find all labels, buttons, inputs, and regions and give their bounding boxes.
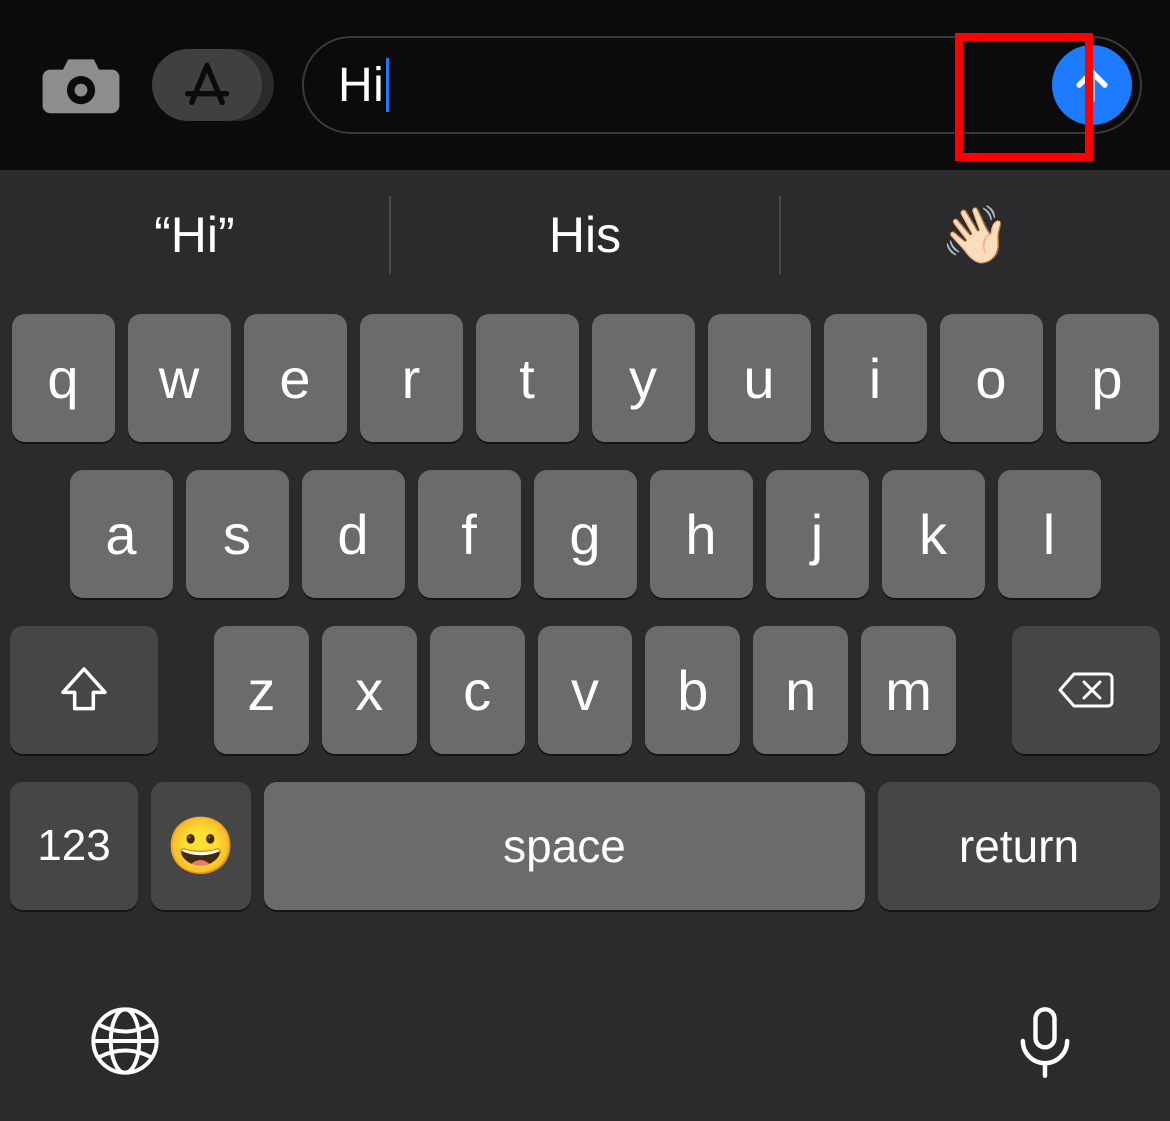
emoji-key[interactable]: 😀	[151, 782, 251, 910]
key-b[interactable]: b	[645, 626, 740, 754]
key-y[interactable]: y	[592, 314, 695, 442]
shift-icon	[56, 662, 112, 718]
key-p[interactable]: p	[1056, 314, 1159, 442]
message-input-value: Hi	[338, 58, 384, 113]
camera-button[interactable]	[38, 45, 124, 125]
key-m[interactable]: m	[861, 626, 956, 754]
key-k[interactable]: k	[882, 470, 985, 598]
suggestion-item-2[interactable]: 👋🏻	[781, 170, 1170, 300]
suggestion-item-1[interactable]: His	[391, 170, 780, 300]
keyboard: q w e r t y u i o p a s d f g h j k l	[0, 300, 1170, 971]
send-button[interactable]	[1052, 45, 1132, 125]
arrow-up-icon	[1070, 63, 1114, 107]
key-i[interactable]: i	[824, 314, 927, 442]
key-v[interactable]: v	[538, 626, 633, 754]
app-store-icon	[181, 59, 233, 111]
compose-bar: Hi	[0, 0, 1170, 170]
key-j[interactable]: j	[766, 470, 869, 598]
delete-key[interactable]	[1012, 626, 1160, 754]
space-key[interactable]: space	[264, 782, 865, 910]
return-key[interactable]: return	[878, 782, 1160, 910]
key-e[interactable]: e	[244, 314, 347, 442]
key-l[interactable]: l	[998, 470, 1101, 598]
suggestion-item-0[interactable]: Hi	[0, 170, 389, 300]
key-c[interactable]: c	[430, 626, 525, 754]
key-a[interactable]: a	[70, 470, 173, 598]
camera-icon	[40, 54, 122, 116]
key-s[interactable]: s	[186, 470, 289, 598]
key-w[interactable]: w	[128, 314, 231, 442]
key-h[interactable]: h	[650, 470, 753, 598]
app-store-button[interactable]	[152, 49, 274, 121]
text-cursor	[386, 58, 389, 112]
key-g[interactable]: g	[534, 470, 637, 598]
dictation-button[interactable]	[1000, 996, 1090, 1086]
suggestion-bar: Hi His 👋🏻	[0, 170, 1170, 300]
key-o[interactable]: o	[940, 314, 1043, 442]
numeric-key[interactable]: 123	[10, 782, 138, 910]
key-f[interactable]: f	[418, 470, 521, 598]
keyboard-bottom-bar	[0, 971, 1170, 1121]
microphone-icon	[1007, 1003, 1083, 1079]
key-x[interactable]: x	[322, 626, 417, 754]
key-u[interactable]: u	[708, 314, 811, 442]
backspace-icon	[1058, 662, 1114, 718]
message-input[interactable]: Hi	[302, 36, 1142, 134]
key-n[interactable]: n	[753, 626, 848, 754]
shift-key[interactable]	[10, 626, 158, 754]
key-d[interactable]: d	[302, 470, 405, 598]
key-q[interactable]: q	[12, 314, 115, 442]
key-r[interactable]: r	[360, 314, 463, 442]
globe-icon	[87, 1003, 163, 1079]
key-z[interactable]: z	[214, 626, 309, 754]
key-t[interactable]: t	[476, 314, 579, 442]
globe-button[interactable]	[80, 996, 170, 1086]
